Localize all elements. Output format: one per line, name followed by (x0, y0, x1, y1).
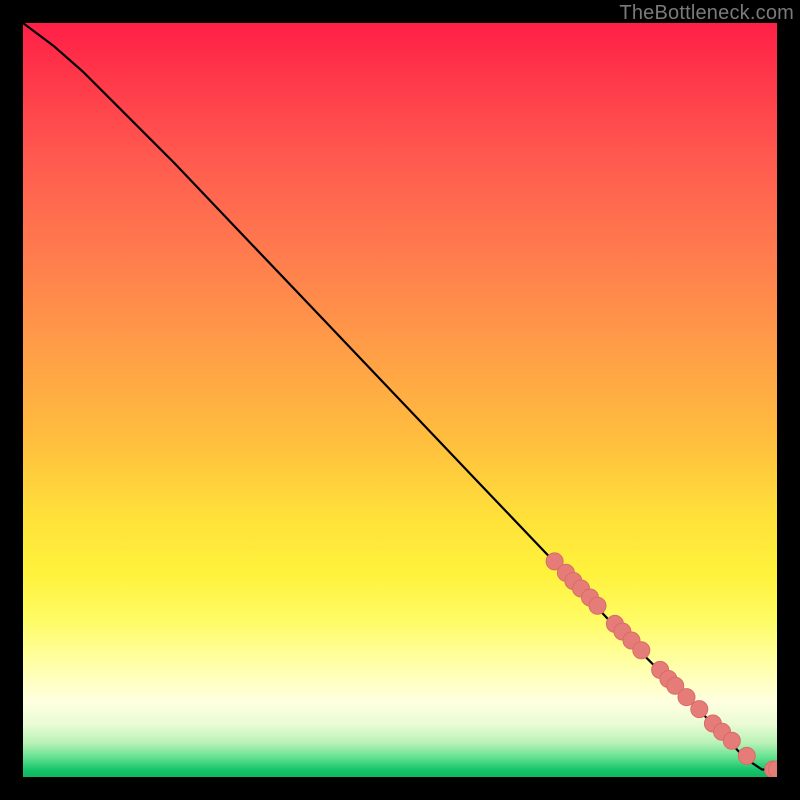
highlight-dot (723, 732, 740, 749)
highlight-dot (633, 642, 650, 659)
highlight-dot (691, 701, 708, 718)
watermark-text: TheBottleneck.com (619, 2, 794, 25)
plot-area (23, 23, 777, 777)
highlight-dot (678, 689, 695, 706)
highlight-dot (738, 747, 755, 764)
highlight-dot-group (546, 553, 777, 777)
bottleneck-curve (23, 23, 777, 770)
chart-stage: TheBottleneck.com (0, 0, 800, 800)
chart-svg (23, 23, 777, 777)
highlight-dot (589, 597, 606, 614)
